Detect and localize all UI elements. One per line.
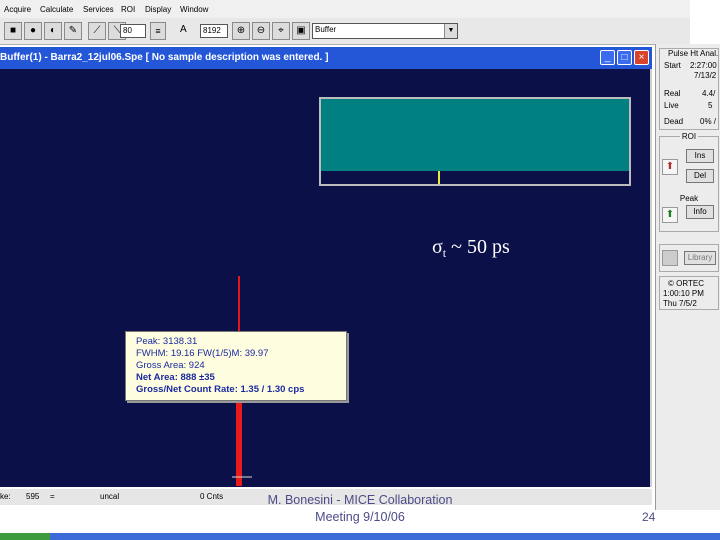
inset-expanded-region: [321, 99, 629, 171]
menu-roi[interactable]: ROI: [121, 5, 135, 14]
timing-resolution-annotation: σt ~ 50 ps: [432, 236, 510, 261]
peak-legend: Peak: [677, 194, 701, 203]
roi-mark-icon[interactable]: ⟋: [88, 22, 106, 40]
sigma-symbol: σ: [432, 236, 443, 258]
peak-count-rate: Gross/Net Count Rate: 1.35 / 1.30 cps: [136, 384, 305, 395]
clear-icon[interactable]: ◐: [44, 22, 62, 40]
peak-info-button[interactable]: Info: [686, 205, 714, 219]
dead-label: Dead: [664, 117, 684, 126]
minimize-button[interactable]: _: [600, 50, 615, 65]
stop-acquire-icon[interactable]: ●: [24, 22, 42, 40]
full-spectrum-inset[interactable]: [319, 97, 631, 186]
status-label: ke:: [0, 492, 11, 501]
spectrum-baseline: [232, 476, 252, 478]
slide-footer-line2: Meeting 9/10/06: [315, 510, 405, 524]
zoom-in-icon[interactable]: ⊕: [232, 22, 250, 40]
auto-scale-label: A: [180, 24, 187, 35]
inset-peak-marker: [438, 171, 440, 184]
zoom-out-icon[interactable]: ⊖: [252, 22, 270, 40]
roi-legend: ROI: [679, 132, 699, 141]
scale-field[interactable]: 80: [120, 24, 146, 38]
chevron-down-icon[interactable]: ▼: [444, 24, 457, 38]
peak-net-area: Net Area: 888 ±35: [136, 372, 215, 383]
live-label: Live: [664, 101, 679, 110]
peak-gross-area: Gross Area: 924: [136, 360, 205, 371]
center-icon[interactable]: ⌖: [272, 22, 290, 40]
roi-insert-button[interactable]: Ins: [686, 149, 714, 163]
roi-delete-button[interactable]: Del: [686, 169, 714, 183]
status-uncal: uncal: [100, 492, 120, 501]
live-value: 5: [708, 101, 713, 110]
maximize-button[interactable]: □: [617, 50, 632, 65]
clock-date: Thu 7/5/2: [663, 299, 697, 308]
buffer-select-value: Buffer: [315, 25, 337, 34]
start-button[interactable]: [0, 533, 50, 540]
dead-value: 0% /: [700, 117, 717, 126]
library-icon[interactable]: [662, 250, 678, 266]
peak-fwhm: FWHM: 19.16 FW(1/5)M: 39.97: [136, 348, 269, 359]
menu-window[interactable]: Window: [180, 5, 208, 14]
fullview-icon[interactable]: ▣: [292, 22, 310, 40]
clock-time: 1:00:10 PM: [663, 289, 704, 298]
start-date: 7/13/2: [694, 71, 717, 80]
peak-position: Peak: 3138.31: [136, 336, 198, 347]
peak-info-popup: Peak: 3138.31 FWHM: 19.16 FW(1/5)M: 39.9…: [125, 331, 347, 401]
channels-field[interactable]: 8192: [200, 24, 228, 38]
menu-services[interactable]: Services: [83, 5, 114, 14]
close-button[interactable]: ×: [634, 50, 649, 65]
real-label: Real: [664, 89, 681, 98]
peak-arrow-icon[interactable]: ⬆: [662, 207, 678, 223]
right-control-panel: Pulse Ht Anal. Start 2:27:00 7/13/2 Real…: [655, 44, 720, 510]
status-marker-value: 595: [26, 492, 40, 501]
panel-header: Pulse Ht Anal.: [668, 49, 719, 58]
spectrum-window-titlebar[interactable]: Buffer(1) - Barra2_12jul06.Spe [ No samp…: [0, 47, 652, 69]
acquisition-group: Pulse Ht Anal. Start 2:27:00 7/13/2 Real…: [659, 48, 719, 130]
toolbar: ■ ● ◐ ✎ ⟋ ⟍ 80 ≡ A 8192 ⊕ ⊖ ⌖ ▣ Buffer ▼: [0, 18, 690, 45]
taskbar: [0, 533, 720, 540]
ortec-label: © ORTEC: [668, 279, 704, 288]
buffer-select[interactable]: Buffer ▼: [312, 23, 458, 39]
clock-group: © ORTEC 1:00:10 PM Thu 7/5/2: [659, 276, 719, 310]
library-group: Library: [659, 244, 719, 272]
start-label: Start: [664, 61, 681, 70]
slide-page-number: 24: [642, 510, 656, 524]
status-counts: 0 Cnts: [200, 492, 224, 501]
start-acquire-icon[interactable]: ■: [4, 22, 22, 40]
window-title: Buffer(1) - Barra2_12jul06.Spe [ No samp…: [0, 52, 329, 63]
start-time: 2:27:00: [690, 61, 717, 70]
menu-display[interactable]: Display: [145, 5, 171, 14]
slide-footer: M. Bonesini - MICE Collaboration Meeting…: [250, 492, 470, 526]
library-button[interactable]: Library: [684, 251, 716, 265]
log-scale-icon[interactable]: ≡: [150, 22, 166, 40]
copy-icon[interactable]: ✎: [64, 22, 82, 40]
real-value: 4.4/: [702, 89, 716, 98]
menu-calculate[interactable]: Calculate: [40, 5, 73, 14]
roi-group: ROI ⬆ Ins Del Peak ⬆ Info: [659, 132, 719, 232]
menu-acquire[interactable]: Acquire: [4, 5, 31, 14]
sigma-value: ~ 50 ps: [446, 236, 510, 258]
status-equals: =: [50, 492, 55, 501]
menu-bar: Acquire Calculate Services ROI Display W…: [0, 0, 690, 18]
slide-footer-line1: M. Bonesini - MICE Collaboration: [267, 493, 453, 507]
peak-spike-body: [236, 386, 242, 486]
roi-arrow-icon[interactable]: ⬆: [662, 159, 678, 175]
